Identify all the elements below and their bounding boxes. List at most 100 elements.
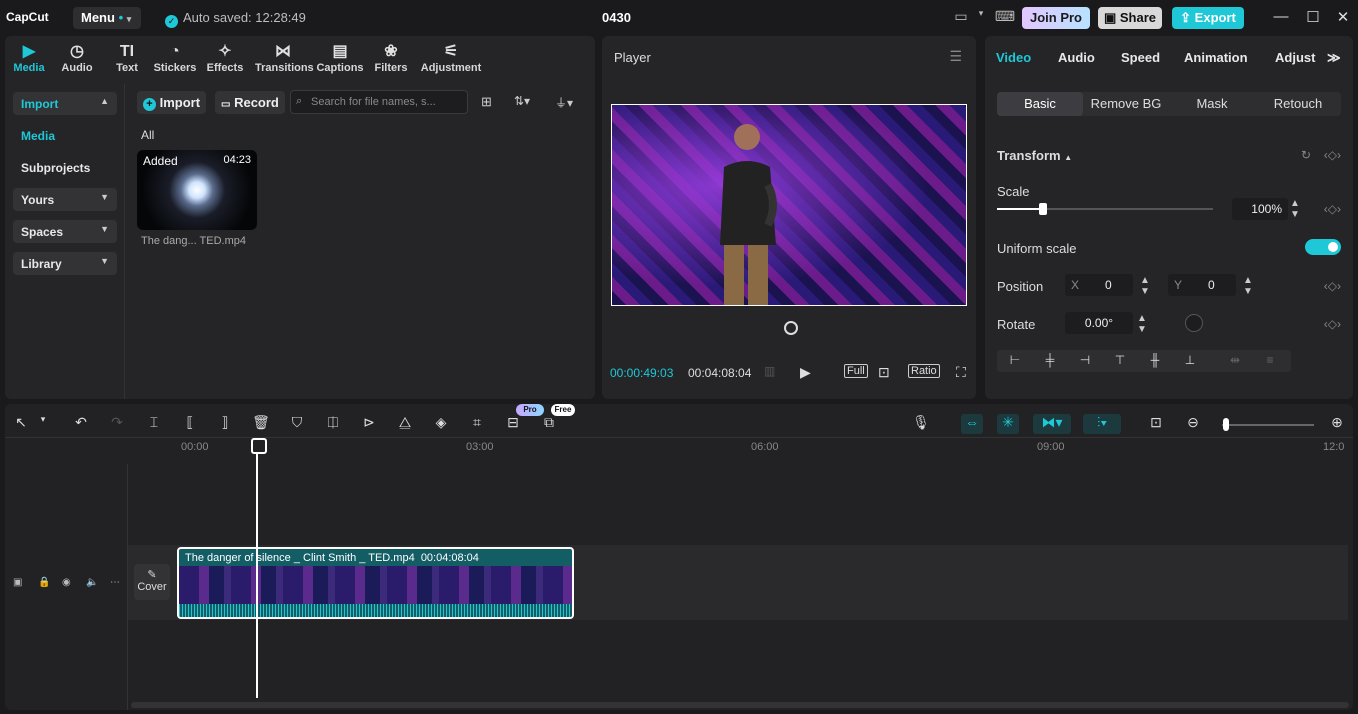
mirror-icon[interactable]: ⧋	[395, 414, 415, 434]
fit-timeline-icon[interactable]: ⊡	[1146, 414, 1166, 434]
tab-adjust[interactable]: Adjust	[1275, 50, 1315, 65]
auto-snap-icon[interactable]: ✳	[997, 414, 1019, 434]
search-input[interactable]: ⌕ Search for file names, s...	[290, 90, 468, 114]
auto-captions-icon[interactable]: ⊟	[503, 414, 523, 434]
crop-icon[interactable]: ⌗	[467, 414, 487, 434]
scale-value-field[interactable]: 100%	[1232, 198, 1288, 220]
reverse-icon[interactable]: ⊳	[359, 414, 379, 434]
media-thumbnail[interactable]: Added 04:23	[137, 150, 257, 230]
more-icon[interactable]: ⋯	[110, 577, 120, 588]
timeline-scrollbar[interactable]	[131, 702, 1349, 708]
subtab-mask[interactable]: Mask	[1169, 92, 1255, 116]
pos-y-stepper-icon[interactable]: ▲ ▼	[1243, 275, 1253, 297]
mark-icon[interactable]: ⛉	[287, 414, 307, 434]
keyframe-icon[interactable]: ‹◇›	[1324, 279, 1341, 293]
tab-text[interactable]: TI Text	[101, 42, 153, 74]
cover-button[interactable]: ✎ Cover	[134, 564, 170, 600]
record-button[interactable]: ▭ Record	[215, 91, 285, 114]
rotate-handle-icon[interactable]	[784, 321, 798, 335]
sidebar-item-import[interactable]: Import ▲	[13, 92, 117, 115]
project-title[interactable]: 0430	[602, 10, 631, 25]
grid-view-icon[interactable]: ⊞	[481, 94, 492, 110]
menu-button[interactable]: Menu • ▾	[73, 7, 141, 29]
distribute-h-icon[interactable]: ⇹	[1227, 353, 1243, 367]
video-preview[interactable]	[611, 104, 967, 306]
fullscreen-icon[interactable]: ⛶	[956, 364, 966, 381]
play-icon[interactable]: ▶	[800, 364, 811, 381]
subtab-remove-bg[interactable]: Remove BG	[1083, 92, 1169, 116]
reset-icon[interactable]: ↻	[1301, 148, 1311, 162]
rotate-field[interactable]: 0.00°	[1065, 312, 1133, 334]
keyframe-icon[interactable]: ‹◇›	[1324, 148, 1341, 162]
undo-icon[interactable]: ↶	[71, 414, 91, 434]
tab-speed[interactable]: Speed	[1121, 50, 1160, 65]
redo-icon[interactable]: ↷	[107, 414, 127, 434]
select-tool-icon[interactable]: ↖	[11, 414, 31, 434]
join-pro-button[interactable]: Join Pro	[1022, 7, 1090, 29]
sidebar-item-media[interactable]: Media	[13, 124, 117, 147]
tab-adjustment[interactable]: ⚟ Adjustment	[419, 42, 483, 74]
chevron-down-icon[interactable]: ▾	[33, 414, 53, 434]
rotate-icon[interactable]: ◈	[431, 414, 451, 434]
link-icon[interactable]: ⧓▾	[1033, 414, 1071, 434]
sort-icon[interactable]: ⇅▾	[514, 94, 530, 108]
minimize-icon[interactable]: —	[1271, 8, 1291, 28]
eye-icon[interactable]: ◉	[62, 577, 71, 588]
video-clip[interactable]: The danger of silence _ Clint Smith _ TE…	[177, 547, 574, 619]
chevron-down-icon[interactable]: ▾	[970, 8, 992, 28]
tab-stickers[interactable]: ◔ Stickers	[149, 42, 201, 74]
hamburger-icon[interactable]: ☰	[949, 48, 962, 65]
sidebar-item-spaces[interactable]: Spaces ▼	[13, 220, 117, 243]
full-button[interactable]: Full	[844, 364, 868, 378]
zoom-slider[interactable]	[1222, 424, 1314, 426]
close-icon[interactable]: ✕	[1333, 8, 1353, 28]
rotate-stepper-icon[interactable]: ▲ ▼	[1137, 313, 1147, 335]
sidebar-item-yours[interactable]: Yours ▼	[13, 188, 117, 211]
export-button[interactable]: ⇪ Export	[1172, 7, 1244, 29]
uniform-scale-toggle[interactable]	[1305, 239, 1341, 255]
tab-transitions[interactable]: ⋈ Transitions	[255, 42, 314, 74]
tab-audio-props[interactable]: Audio	[1058, 50, 1095, 65]
keyboard-icon[interactable]: ⌨	[994, 8, 1016, 28]
smart-cut-icon[interactable]: ⧉	[539, 414, 559, 434]
tab-media[interactable]: ▶ Media	[3, 42, 55, 74]
sidebar-item-library[interactable]: Library ▼	[13, 252, 117, 275]
timeline-grid-icon[interactable]: ▥	[764, 364, 775, 378]
subtab-retouch[interactable]: Retouch	[1255, 92, 1341, 116]
maximize-icon[interactable]: ☐	[1303, 8, 1323, 28]
keyframe-icon[interactable]: ‹◇›	[1324, 202, 1341, 216]
align-right-icon[interactable]: ⊣	[1077, 353, 1093, 367]
zoom-in-icon[interactable]: ⊕	[1327, 414, 1347, 434]
import-button[interactable]: + Import	[137, 91, 207, 114]
scale-stepper-icon[interactable]: ▲ ▼	[1290, 198, 1300, 220]
filter-all[interactable]: All	[141, 128, 154, 142]
zoom-slider-knob[interactable]	[1223, 418, 1229, 431]
tab-effects[interactable]: ✧ Effects	[199, 42, 251, 74]
align-top-icon[interactable]: ⊤	[1112, 353, 1128, 367]
microphone-icon[interactable]: 🎙	[911, 414, 931, 434]
align-center-h-icon[interactable]: ╪	[1042, 353, 1058, 367]
pos-x-stepper-icon[interactable]: ▲ ▼	[1140, 275, 1150, 297]
more-tabs-icon[interactable]: ≫	[1327, 50, 1341, 66]
position-y-field[interactable]: Y0	[1168, 274, 1236, 296]
snapshot-icon[interactable]: ⊡	[878, 364, 890, 381]
align-center-v-icon[interactable]: ╫	[1147, 353, 1163, 367]
delete-icon[interactable]: 🗑	[251, 414, 271, 434]
main-track-magnet-icon[interactable]: ⇔	[961, 414, 983, 434]
tab-video[interactable]: Video	[996, 50, 1031, 65]
tab-filters[interactable]: ❀ Filters	[365, 42, 417, 74]
position-x-field[interactable]: X0	[1065, 274, 1133, 296]
share-button[interactable]: ▣ Share	[1098, 7, 1162, 29]
zoom-out-icon[interactable]: ⊖	[1183, 414, 1203, 434]
speaker-icon[interactable]: 🔈	[86, 577, 98, 588]
track-video-icon[interactable]: ▣	[13, 577, 22, 588]
layout-icon[interactable]: ▭	[950, 8, 972, 28]
ratio-button[interactable]: Ratio	[908, 364, 940, 378]
freeze-icon[interactable]: ⎅	[323, 414, 343, 434]
keyframe-icon[interactable]: ‹◇›	[1324, 317, 1341, 331]
filter-icon[interactable]: ⏚▾	[555, 94, 573, 111]
align-bottom-icon[interactable]: ⊥	[1182, 353, 1198, 367]
lock-icon[interactable]: 🔒	[38, 577, 50, 588]
split-right-icon[interactable]: ⟧	[215, 414, 235, 434]
tab-captions[interactable]: ▤ Captions	[314, 42, 366, 74]
